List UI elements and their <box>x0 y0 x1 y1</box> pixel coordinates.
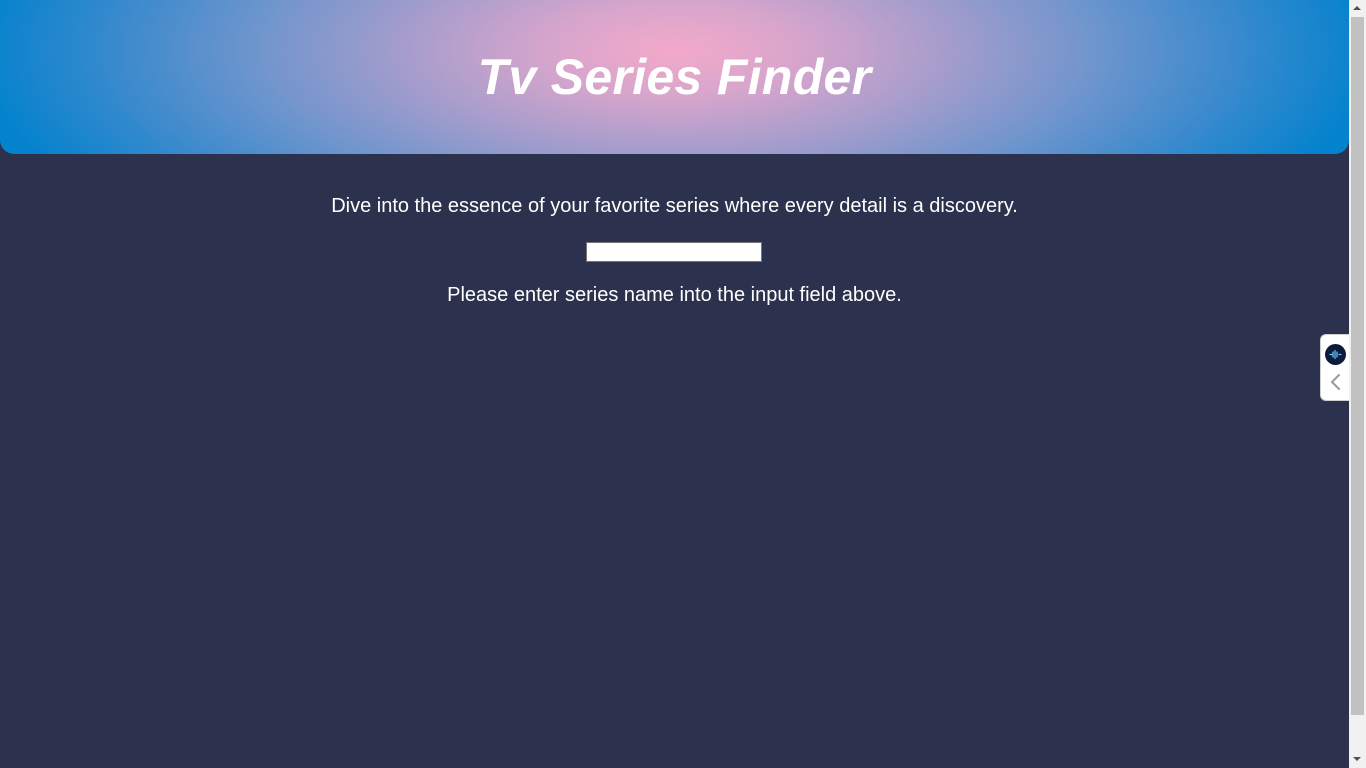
tagline-text: Dive into the essence of your favorite s… <box>331 195 1018 217</box>
scrollbar-thumb[interactable] <box>1351 17 1364 715</box>
browser-viewport: Tv Series Finder Dive into the essence o… <box>0 0 1366 768</box>
scroll-up-arrow-icon[interactable] <box>1349 0 1366 17</box>
waveform-logo-icon[interactable] <box>1325 344 1346 365</box>
page: Tv Series Finder Dive into the essence o… <box>0 0 1349 768</box>
page-title: Tv Series Finder <box>477 49 872 105</box>
vertical-scrollbar[interactable] <box>1349 0 1366 768</box>
header-banner: Tv Series Finder <box>0 0 1349 154</box>
series-search-input[interactable] <box>586 242 762 262</box>
scroll-down-arrow-icon[interactable] <box>1349 751 1366 768</box>
instruction-text: Please enter series name into the input … <box>447 284 902 306</box>
side-extension-widget[interactable] <box>1320 334 1350 401</box>
chevron-left-icon[interactable] <box>1328 373 1344 391</box>
